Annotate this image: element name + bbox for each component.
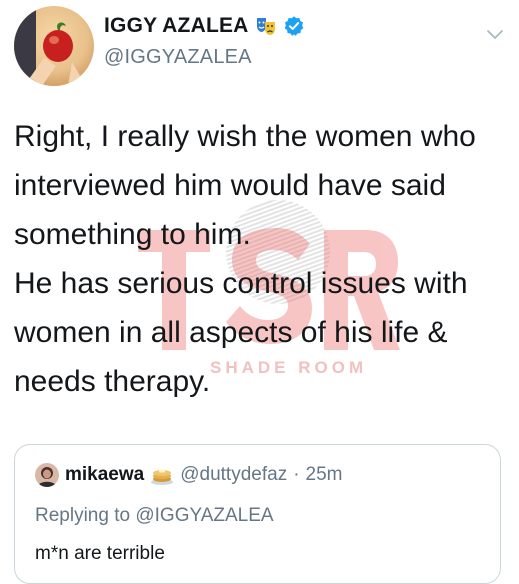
tweet-text-line: needs therapy. [14,365,211,398]
quoted-tweet-card[interactable]: mikaewa @duttydefaz · 25m Replying to @I… [14,444,501,584]
quoted-avatar[interactable] [35,463,59,487]
quoted-handle[interactable]: @duttydefaz [180,464,287,486]
quoted-tweet-header: mikaewa @duttydefaz · 25m [35,463,343,487]
chevron-down-icon[interactable] [483,22,507,46]
tweet-text-line: women in all aspects of his life & [14,316,448,349]
tweet-header: IGGY AZALEA @IGGYAZALEA [0,0,519,100]
tweet-text-line: something to him. [14,218,251,251]
name-row: IGGY AZALEA [104,12,305,40]
tweet-text-line: Right, I really wish the women who [14,120,476,153]
tweet-text-line: interviewed him would have said [14,169,446,202]
user-handle[interactable]: @IGGYAZALEA [104,46,252,69]
quoted-timestamp[interactable]: 25m [306,464,343,486]
replying-to-mention[interactable]: @IGGYAZALEA [135,505,273,526]
replying-to-line: Replying to @IGGYAZALEA [35,505,274,527]
verified-badge-icon [283,15,305,37]
tweet-text-line: He has serious control issues with [14,267,468,300]
pancakes-icon [150,463,174,487]
quoted-display-name[interactable]: mikaewa [65,464,144,486]
display-name[interactable]: IGGY AZALEA [104,14,249,38]
replying-prefix: Replying to [35,505,136,526]
avatar[interactable] [14,6,94,86]
theater-masks-icon [255,15,277,37]
tweet-text: Right, I really wish the women who inter… [14,112,514,406]
separator-dot: · [293,464,300,485]
quoted-tweet-text: m*n are terrible [35,543,165,564]
